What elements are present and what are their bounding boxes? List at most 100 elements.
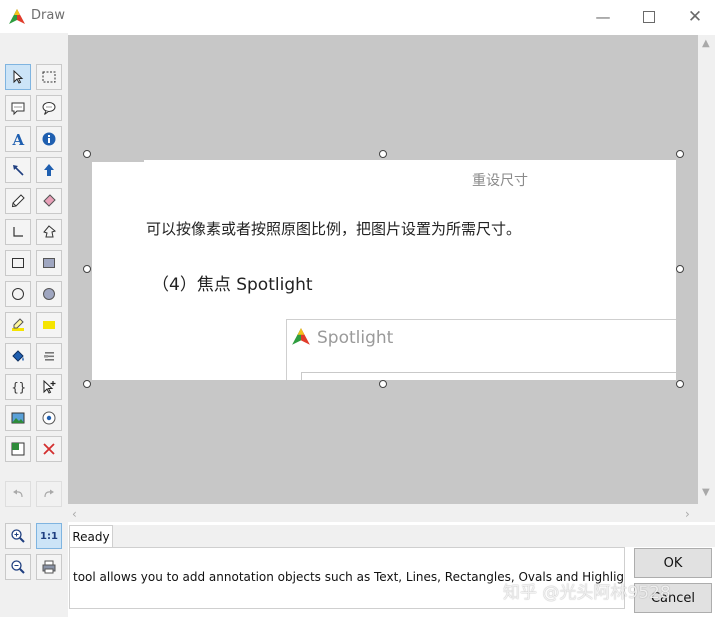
eraser-tool-button[interactable] bbox=[36, 188, 62, 214]
delete-tool-button[interactable] bbox=[36, 436, 62, 462]
marquee-tool-button[interactable] bbox=[36, 64, 62, 90]
resize-handle-right[interactable] bbox=[676, 265, 684, 273]
fill-tool-button[interactable] bbox=[5, 343, 31, 369]
pen-tool-button[interactable] bbox=[5, 188, 31, 214]
app-logo-icon bbox=[8, 8, 26, 26]
delete-x-icon bbox=[43, 443, 55, 455]
crop-tool-button[interactable] bbox=[5, 436, 31, 462]
image-tool-button[interactable] bbox=[5, 405, 31, 431]
svg-text:A: A bbox=[12, 131, 25, 147]
scroll-right-icon[interactable]: › bbox=[685, 507, 690, 521]
arrow-line-tool-button[interactable] bbox=[5, 157, 31, 183]
pointer-arrow-icon bbox=[13, 69, 24, 84]
info-tool-button[interactable] bbox=[36, 126, 62, 152]
polygon-icon bbox=[43, 225, 57, 238]
watermark-text: 知乎 @光头阿林9528 bbox=[503, 583, 671, 603]
window-title: Draw bbox=[31, 8, 65, 23]
resize-handle-left[interactable] bbox=[83, 265, 91, 273]
maximize-icon bbox=[643, 10, 655, 23]
svg-text:{}: {} bbox=[12, 381, 26, 395]
oval-filled-icon bbox=[43, 288, 55, 300]
image-body-text: 可以按像素或者按照原图比例，把图片设置为所需尺寸。 bbox=[146, 220, 522, 238]
spotlight-app-logo-icon bbox=[291, 327, 311, 347]
zoom-in-icon bbox=[11, 529, 25, 543]
line-style-icon bbox=[44, 352, 54, 361]
eraser-icon bbox=[43, 194, 56, 207]
ok-button[interactable]: OK bbox=[634, 548, 712, 578]
scroll-left-icon[interactable]: ‹ bbox=[72, 507, 77, 521]
arrow-diagonal-icon bbox=[13, 165, 24, 176]
oval-tool-button[interactable] bbox=[5, 281, 31, 307]
resize-handle-bottom-right[interactable] bbox=[676, 380, 684, 388]
pen-icon bbox=[11, 194, 25, 208]
resize-handle-top-right[interactable] bbox=[676, 150, 684, 158]
actual-size-icon: 1:1 bbox=[40, 530, 58, 542]
filled-rectangle-tool-button[interactable] bbox=[36, 250, 62, 276]
spotlight-inner-frame bbox=[301, 372, 676, 380]
resize-handle-top[interactable] bbox=[379, 150, 387, 158]
spotlight-tool-button[interactable] bbox=[36, 405, 62, 431]
arrow-up-icon bbox=[44, 164, 54, 176]
vertical-scrollbar[interactable]: ▲ ▼ bbox=[698, 35, 715, 504]
text-tool-button[interactable]: A bbox=[5, 126, 31, 152]
marquee-rect-icon bbox=[42, 71, 56, 83]
resize-handle-top-left[interactable] bbox=[83, 150, 91, 158]
image-edge bbox=[92, 160, 144, 162]
polygon-tool-button[interactable] bbox=[36, 219, 62, 245]
pasted-image-object[interactable]: 重设尺寸 可以按像素或者按照原图比例，把图片设置为所需尺寸。 （4）焦点 Spo… bbox=[92, 160, 676, 380]
arrow-up-tool-button[interactable] bbox=[36, 157, 62, 183]
filled-oval-tool-button[interactable] bbox=[36, 281, 62, 307]
callout-rect-tool-button[interactable] bbox=[5, 95, 31, 121]
pointer-add-tool-button[interactable] bbox=[36, 374, 62, 400]
rectangle-filled-icon bbox=[43, 258, 55, 268]
line-style-tool-button[interactable] bbox=[36, 343, 62, 369]
scroll-up-icon[interactable]: ▲ bbox=[702, 38, 710, 49]
zoom-in-button[interactable] bbox=[5, 523, 31, 549]
zoom-out-icon bbox=[11, 560, 25, 574]
image-section-title: （4）焦点 Spotlight bbox=[152, 275, 313, 295]
redo-icon bbox=[44, 489, 54, 498]
polyline-tool-button[interactable] bbox=[5, 219, 31, 245]
undo-button[interactable] bbox=[5, 481, 31, 507]
actual-size-button[interactable]: 1:1 bbox=[36, 523, 62, 549]
print-icon bbox=[42, 560, 56, 574]
callout-oval-tool-button[interactable] bbox=[36, 95, 62, 121]
image-heading-text: 重设尺寸 bbox=[472, 173, 528, 189]
toolbox: A {} 1:1 bbox=[0, 33, 68, 617]
minimize-button[interactable]: — bbox=[580, 0, 626, 33]
resize-handle-bottom-left[interactable] bbox=[83, 380, 91, 388]
maximize-button[interactable] bbox=[626, 0, 672, 33]
image-spotlight-window: Spotlight bbox=[286, 319, 676, 380]
braces-tool-button[interactable]: {} bbox=[5, 374, 31, 400]
braces-icon: {} bbox=[12, 381, 26, 395]
image-icon bbox=[11, 412, 25, 424]
rectangle-outline-icon bbox=[12, 258, 24, 268]
callout-rect-icon bbox=[11, 102, 25, 116]
highlight-rect-tool-button[interactable] bbox=[36, 312, 62, 338]
spotlight-icon bbox=[42, 411, 56, 425]
tab-strip bbox=[113, 525, 715, 547]
select-tool-button[interactable] bbox=[5, 64, 31, 90]
scroll-down-icon[interactable]: ▼ bbox=[702, 487, 710, 498]
print-button[interactable] bbox=[36, 554, 62, 580]
polyline-icon bbox=[13, 227, 23, 237]
undo-icon bbox=[13, 489, 23, 498]
horizontal-scrollbar[interactable]: ‹ › bbox=[68, 504, 698, 522]
callout-oval-icon bbox=[42, 102, 56, 115]
highlighter-tool-button[interactable] bbox=[5, 312, 31, 338]
crop-icon bbox=[11, 442, 25, 456]
zoom-out-button[interactable] bbox=[5, 554, 31, 580]
oval-outline-icon bbox=[12, 288, 24, 300]
minimize-icon: — bbox=[595, 7, 611, 26]
close-icon: ✕ bbox=[687, 6, 703, 27]
rectangle-tool-button[interactable] bbox=[5, 250, 31, 276]
resize-handle-bottom[interactable] bbox=[379, 380, 387, 388]
status-tab[interactable]: Ready bbox=[69, 525, 113, 547]
spotlight-window-title: Spotlight bbox=[317, 328, 394, 348]
text-a-icon: A bbox=[12, 131, 25, 147]
redo-button[interactable] bbox=[36, 481, 62, 507]
close-button[interactable]: ✕ bbox=[672, 0, 718, 33]
highlighter-icon bbox=[12, 318, 24, 331]
title-bar: Draw — ✕ bbox=[0, 0, 720, 33]
info-circle-icon bbox=[42, 132, 56, 146]
